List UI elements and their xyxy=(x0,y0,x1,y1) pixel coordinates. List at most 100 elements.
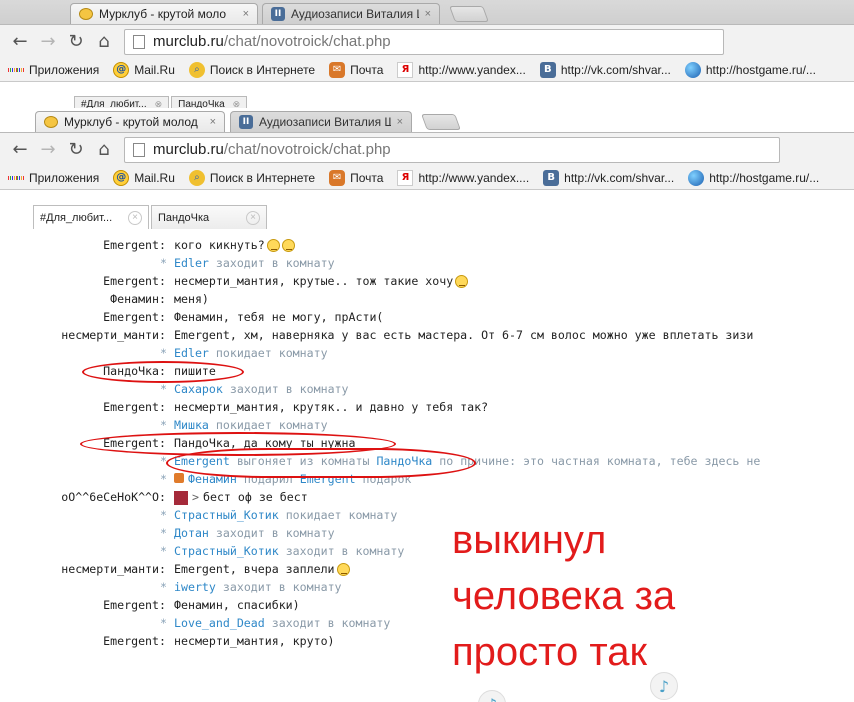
bookmark-apps[interactable]: Приложения xyxy=(8,170,99,186)
back-arrow-icon[interactable]: ← xyxy=(6,29,34,55)
vk-favicon-icon: II xyxy=(239,115,253,129)
page-icon xyxy=(133,142,145,157)
system-user-link[interactable]: Love_and_Dead xyxy=(174,616,265,630)
chat-nick[interactable]: ПандоЧка: xyxy=(103,362,166,380)
tab-audio[interactable]: II Аудиозаписи Виталия Ш × xyxy=(230,111,412,132)
message-body: Emergent, хм, наверняка у вас есть масте… xyxy=(174,328,754,342)
address-bar[interactable]: murclub.ru/chat/novotroick/chat.php xyxy=(124,136,780,163)
back-arrow-icon[interactable]: ← xyxy=(6,137,34,163)
chat-message-text: ПандоЧка, да кому ты нужна xyxy=(174,434,355,452)
chat-tab-private[interactable]: ПандоЧка × xyxy=(151,205,267,229)
music-note-icon[interactable]: ♪ xyxy=(650,672,678,700)
gift-icon xyxy=(174,473,184,483)
close-icon[interactable]: × xyxy=(210,116,216,128)
mail-icon: ✉ xyxy=(329,61,346,78)
close-icon[interactable]: × xyxy=(128,210,142,225)
bookmark-hostgame[interactable]: http://hostgame.ru/... xyxy=(684,61,816,78)
system-user-link[interactable]: Страстный_Котик xyxy=(174,544,279,558)
close-icon[interactable]: × xyxy=(243,8,249,20)
bookmark-vk[interactable]: Bhttp://vk.com/shvar... xyxy=(539,61,671,78)
chat-nick[interactable]: oO^^6eCeHoK^^O: xyxy=(61,488,166,506)
chat-nick[interactable]: несмерти_манти: xyxy=(61,326,166,344)
bookmark-vk[interactable]: Bhttp://vk.com/shvar... xyxy=(543,169,674,186)
system-action: подарил xyxy=(243,472,293,486)
bookmarks-bar: Приложения @ Mail.Ru ⌕ Поиск в Интернете ✉… xyxy=(0,166,854,190)
close-icon[interactable]: × xyxy=(397,116,403,128)
system-user-link[interactable]: Edler xyxy=(174,346,209,360)
home-icon[interactable]: ⌂ xyxy=(90,29,118,55)
close-icon[interactable]: × xyxy=(246,210,260,225)
chat-nick[interactable]: Emergent: xyxy=(103,632,166,650)
bookmark-pochta[interactable]: ✉ Почта xyxy=(329,61,383,78)
message-body: Emergent, вчера заплели xyxy=(174,562,335,576)
chat-tab-label: ПандоЧка xyxy=(158,211,210,224)
system-user-link[interactable]: Фенамин xyxy=(188,472,237,486)
system-action: заходит в комнату xyxy=(215,256,335,270)
system-star: * xyxy=(160,418,167,432)
close-icon[interactable]: × xyxy=(425,8,431,20)
reload-icon[interactable]: ↻ xyxy=(62,137,90,163)
vk-icon: B xyxy=(539,61,556,78)
bookmark-yandex[interactable]: Яhttp://www.yandex... xyxy=(397,61,526,78)
bookmark-yandex[interactable]: Яhttp://www.yandex.... xyxy=(397,169,530,186)
url-host: murclub.ru xyxy=(153,141,224,158)
chat-nick[interactable]: Emergent: xyxy=(103,434,166,452)
cat-favicon-icon xyxy=(79,7,93,21)
bookmark-label: http://www.yandex.... xyxy=(418,170,530,185)
chat-line: несмерти_манти: Emergent, хм, наверняка у… xyxy=(0,326,854,344)
chat-line: Emergent: Фенамин, тебя не могу, прАсти( xyxy=(0,308,854,326)
system-action: покидает комнату xyxy=(215,418,328,432)
bookmark-apps[interactable]: Приложения xyxy=(8,62,99,78)
system-user-link[interactable]: iwerty xyxy=(174,580,216,594)
chat-nick[interactable]: Emergent: xyxy=(103,272,166,290)
system-user-link[interactable]: Дотан xyxy=(174,526,209,540)
reload-icon[interactable]: ↻ xyxy=(62,29,90,55)
bookmark-label: Поиск в Интернете xyxy=(209,62,316,77)
system-user-link[interactable]: Edler xyxy=(174,256,209,270)
back-tab-audio[interactable]: II Аудиозаписи Виталия Ш × xyxy=(262,3,440,24)
bookmark-label: Поиск в Интернете xyxy=(209,170,316,185)
system-user-link[interactable]: Emergent xyxy=(174,454,230,468)
chat-nick[interactable]: Emergent: xyxy=(103,398,166,416)
system-user-link[interactable]: Emergent xyxy=(300,472,356,486)
forward-arrow-icon[interactable]: → xyxy=(34,137,62,163)
system-message: iwerty заходит в комнату xyxy=(174,578,342,596)
chat-nick[interactable]: Фенамин: xyxy=(110,290,166,308)
home-icon[interactable]: ⌂ xyxy=(90,137,118,163)
bookmark-search[interactable]: ⌕ Поиск в Интернете xyxy=(188,169,316,186)
chat-nick[interactable]: Emergent: xyxy=(103,596,166,614)
new-tab-button[interactable] xyxy=(449,6,489,22)
chat-line: несмерти_манти: Emergent, вчера заплели xyxy=(0,560,854,578)
mail-icon: ✉ xyxy=(329,169,346,186)
back-tab-murclub[interactable]: Мурклуб - крутой моло × xyxy=(70,3,258,24)
chat-nick[interactable]: Emergent: xyxy=(103,236,166,254)
system-user-link[interactable]: ПандоЧка xyxy=(376,454,432,468)
system-user-link[interactable]: Страстный_Котик xyxy=(174,508,279,522)
music-note-icon[interactable]: ♪ xyxy=(478,690,506,702)
tab-murclub[interactable]: Мурклуб - крутой молод × xyxy=(35,111,225,132)
chat-line: * Дотан заходит в комнату xyxy=(0,524,854,542)
bookmark-pochta[interactable]: ✉ Почта xyxy=(329,169,383,186)
chat-line: Emergent: несмерти_мантия, крутые.. тож т… xyxy=(0,272,854,290)
message-body: несмерти_мантия, крутяк.. и давно у тебя… xyxy=(174,400,489,414)
system-user-link[interactable]: Сахарок xyxy=(174,382,223,396)
mailru-icon: @ xyxy=(113,169,130,186)
system-user-link[interactable]: Мишка xyxy=(174,418,209,432)
back-toolbar: ← → ↻ ⌂ murclub.ru/chat/novotroick/chat.… xyxy=(0,24,854,58)
message-body: несмерти_мантия, круто) xyxy=(174,634,335,648)
bookmark-mailru[interactable]: @ Mail.Ru xyxy=(113,169,175,186)
new-tab-button[interactable] xyxy=(421,114,461,130)
chat-tab-room[interactable]: #Для_любит... × xyxy=(33,205,149,229)
bookmark-search[interactable]: ⌕ Поиск в Интернете xyxy=(188,61,316,78)
forward-arrow-icon[interactable]: → xyxy=(34,29,62,55)
chat-line: Emergent: несмерти_мантия, круто) xyxy=(0,632,854,650)
message-body: бест оф зе бест xyxy=(202,490,308,504)
chat-message-text: несмерти_мантия, крутые.. тож такие хочу xyxy=(174,272,469,290)
chat-line: Emergent: несмерти_мантия, крутяк.. и дав… xyxy=(0,398,854,416)
chat-message-text: кого кикнуть? xyxy=(174,236,295,254)
back-address-bar[interactable]: murclub.ru/chat/novotroick/chat.php xyxy=(124,28,724,55)
chat-nick[interactable]: Emergent: xyxy=(103,308,166,326)
chat-nick[interactable]: несмерти_манти: xyxy=(61,560,166,578)
bookmark-mailru[interactable]: @ Mail.Ru xyxy=(113,61,175,78)
bookmark-hostgame[interactable]: http://hostgame.ru/... xyxy=(688,169,819,186)
